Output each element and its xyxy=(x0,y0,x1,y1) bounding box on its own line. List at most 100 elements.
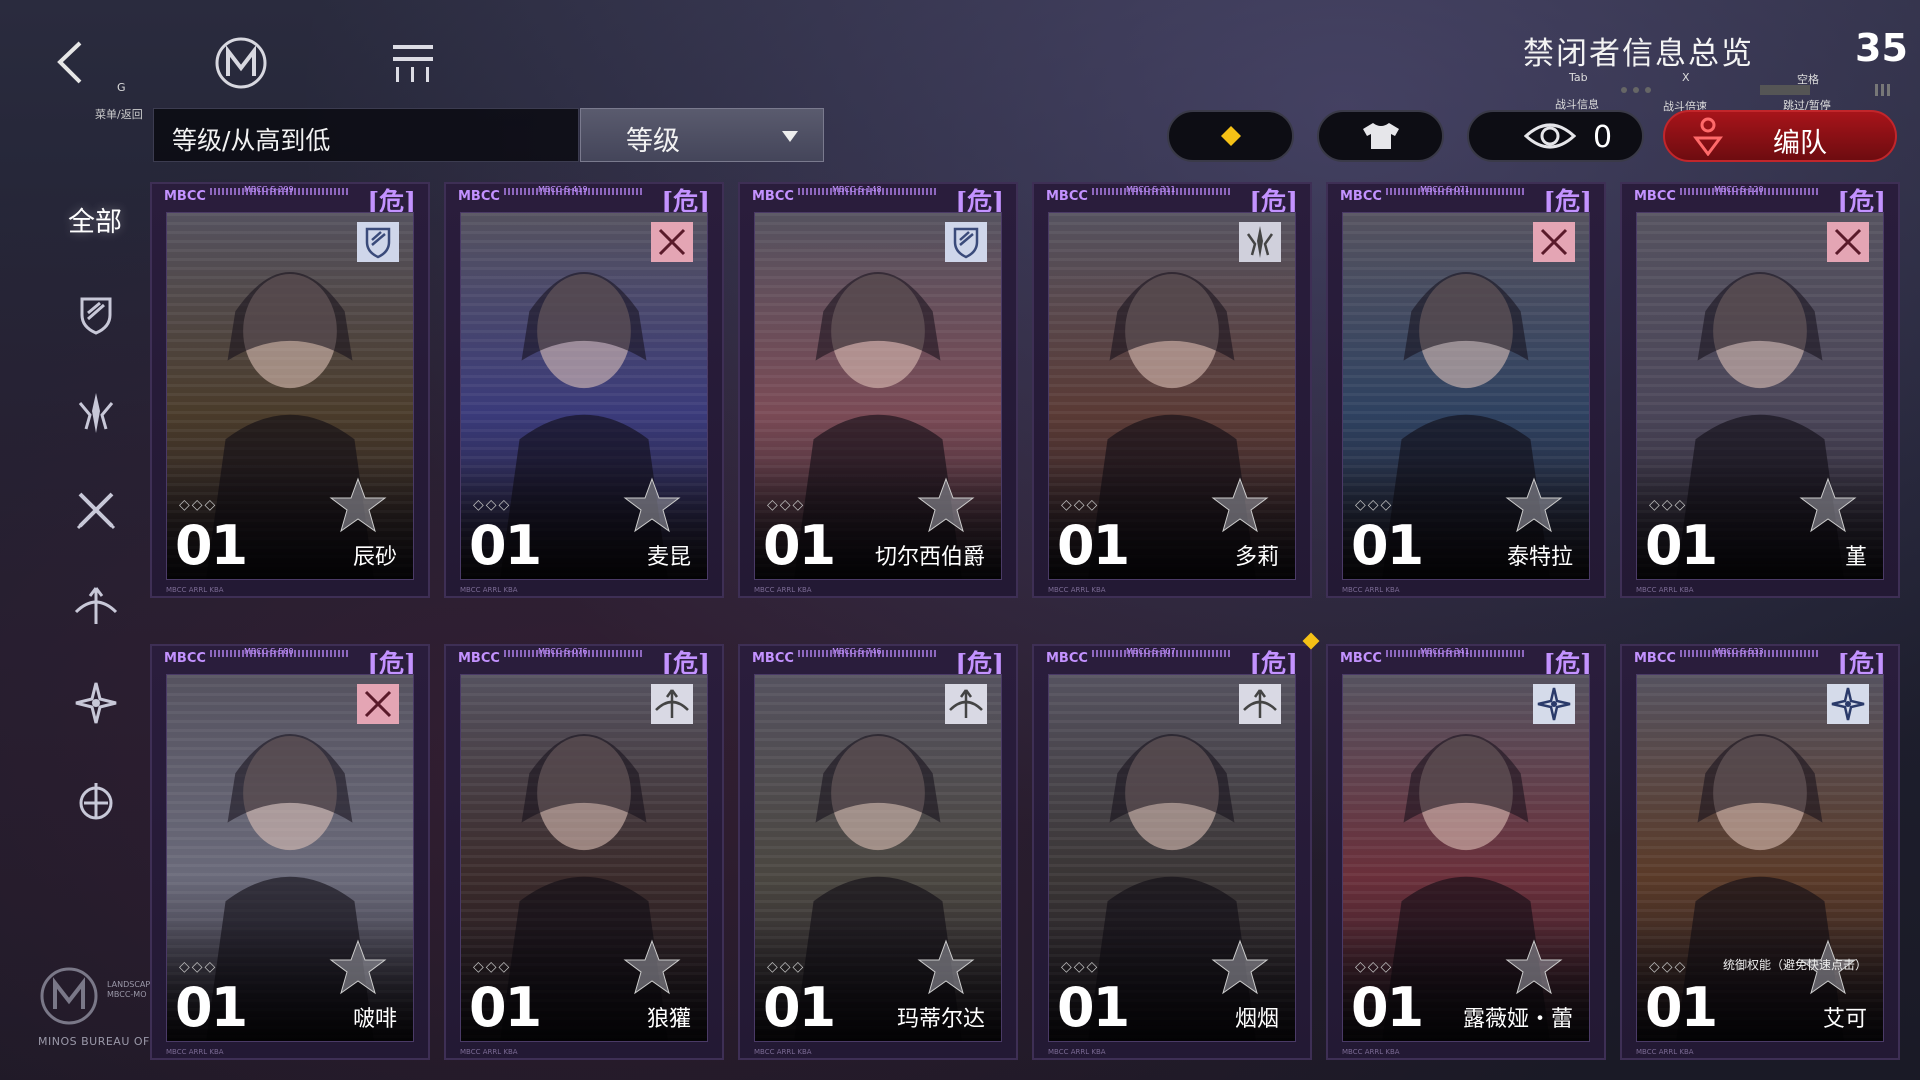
card-footer: MBCC ARRL KBA xyxy=(1048,586,1106,594)
rank-star-icon xyxy=(917,939,975,995)
view-toggle-button[interactable]: 0 xyxy=(1467,110,1644,162)
skip-key: 空格 xyxy=(1797,73,1819,86)
character-level: 01 xyxy=(1057,976,1130,1039)
view-toggle-value: 0 xyxy=(1593,120,1613,155)
diamond-icon xyxy=(1220,126,1241,146)
rank-star-icon xyxy=(917,477,975,533)
prisoner-card[interactable]: MBCC MBCC-S-580 [危] ◇◇◇ 01 啵啡 MBCC ARRL … xyxy=(150,644,430,1060)
character-level: 01 xyxy=(469,514,542,577)
defender-icon xyxy=(80,297,112,335)
filter-sniper[interactable] xyxy=(74,584,118,628)
filter-all[interactable]: 全部 xyxy=(68,200,122,239)
prisoner-card[interactable]: MBCC MBCC-S-341 [危] ◇◇◇ 01 露薇娅・蕾 MBCC AR… xyxy=(1326,644,1606,1060)
character-level: 01 xyxy=(175,976,248,1039)
rank-stars: ◇◇◇ xyxy=(1061,959,1100,975)
card-header: MBCC MBCC-S-311 [危] xyxy=(1034,184,1310,216)
breaker-icon xyxy=(357,684,399,724)
character-level: 01 xyxy=(1351,514,1424,577)
sniper-icon xyxy=(74,587,118,624)
rank-star-icon xyxy=(329,939,387,995)
prisoner-card[interactable]: MBCC MBCC-S-746 [危] ◇◇◇ 01 玛蒂尔达 MBCC ARR… xyxy=(738,644,1018,1060)
character-name: 辰砂 xyxy=(352,545,397,570)
prisoner-card[interactable]: MBCC MBCC-S-071 [危] ◇◇◇ 01 泰特拉 MBCC ARRL… xyxy=(1326,182,1606,598)
card-footer: MBCC ARRL KBA xyxy=(166,586,224,594)
striker-icon xyxy=(1239,222,1281,262)
sort-by-select[interactable]: 等级 xyxy=(580,108,824,162)
sniper-icon xyxy=(1239,684,1281,724)
card-header: MBCC MBCC-S-341 [危] xyxy=(1328,646,1604,678)
eye-icon xyxy=(1524,123,1576,149)
corner-small-text: LANDSCAP MBCC-MO xyxy=(107,980,151,999)
prisoner-card[interactable]: MBCC MBCC-S-533 [危] ◇◇◇ 01 艾可 MBCC ARRL … xyxy=(1620,644,1900,1060)
skill-tooltip: 统御权能（避免快速点击） xyxy=(1723,958,1868,972)
page-title: 禁闭者信息总览 xyxy=(1523,36,1754,72)
rank-stars: ◇◇◇ xyxy=(473,959,512,975)
favorite-filter-button[interactable] xyxy=(1167,110,1294,162)
card-footer: MBCC ARRL KBA xyxy=(754,1048,812,1056)
filter-mage[interactable] xyxy=(74,681,118,725)
card-footer: MBCC ARRL KBA xyxy=(754,586,812,594)
card-header: MBCC MBCC-S-419 [危] xyxy=(446,184,722,216)
card-code: MBCC-S-341 xyxy=(1420,647,1470,656)
card-brand: MBCC xyxy=(1046,189,1088,204)
card-footer: MBCC ARRL KBA xyxy=(460,1048,518,1056)
character-portrait: ◇◇◇ 01 艾可 xyxy=(1636,674,1884,1042)
list-view-button[interactable] xyxy=(390,40,436,86)
team-formation-button[interactable]: 编队 xyxy=(1663,110,1897,162)
prisoner-card[interactable]: MBCC MBCC-S-311 [危] ◇◇◇ 01 多莉 MBCC ARRL … xyxy=(1032,182,1312,598)
list-icon xyxy=(393,45,433,82)
prisoner-card[interactable]: MBCC MBCC-S-148 [危] ◇◇◇ 01 切尔西伯爵 MBCC AR… xyxy=(738,182,1018,598)
rank-stars: ◇◇◇ xyxy=(179,497,218,513)
sniper-icon xyxy=(651,684,693,724)
prisoner-card[interactable]: MBCC MBCC-S-419 [危] ◇◇◇ 01 麦昆 MBCC ARRL … xyxy=(444,182,724,598)
card-footer: MBCC ARRL KBA xyxy=(1342,1048,1400,1056)
defender-icon xyxy=(945,222,987,262)
prisoner-card[interactable]: MBCC MBCC-S-076 [危] ◇◇◇ 01 狼獾 MBCC ARRL … xyxy=(444,644,724,1060)
mbcc-logo-icon[interactable] xyxy=(214,36,268,90)
decor-strip xyxy=(1621,84,1890,96)
card-brand: MBCC xyxy=(458,189,500,204)
card-header: MBCC MBCC-S-076 [危] xyxy=(446,646,722,678)
card-brand: MBCC xyxy=(1340,651,1382,666)
sort-order-field[interactable]: 等级/从高到低 xyxy=(153,108,579,162)
outfit-button[interactable] xyxy=(1317,110,1444,162)
filter-support[interactable] xyxy=(74,779,118,823)
card-brand: MBCC xyxy=(1046,651,1088,666)
defender-icon xyxy=(357,222,399,262)
prisoner-card[interactable]: MBCC MBCC-S-120 [危] ◇◇◇ 01 堇 MBCC ARRL K… xyxy=(1620,182,1900,598)
card-code: MBCC-S-076 xyxy=(538,647,588,656)
rank-stars: ◇◇◇ xyxy=(767,959,806,975)
character-name: 露薇娅・蕾 xyxy=(1462,1007,1573,1032)
card-header: MBCC MBCC-S-120 [危] xyxy=(1622,184,1898,216)
character-name: 烟烟 xyxy=(1234,1007,1279,1032)
filter-striker[interactable] xyxy=(74,391,118,435)
character-name: 艾可 xyxy=(1822,1007,1867,1032)
card-code: MBCC-S-307 xyxy=(1126,647,1176,656)
card-header: MBCC MBCC-S-307 [危] xyxy=(1034,646,1310,678)
back-button[interactable] xyxy=(50,35,90,90)
rank-stars: ◇◇◇ xyxy=(1061,497,1100,513)
mage-icon xyxy=(75,682,117,724)
character-level: 01 xyxy=(1057,514,1130,577)
prisoner-count: 35 xyxy=(1855,26,1908,70)
prisoner-card[interactable]: MBCC MBCC-S-299 [危] ◇◇◇ 01 辰砂 MBCC ARRL … xyxy=(150,182,430,598)
breaker-icon xyxy=(651,222,693,262)
filter-defender[interactable] xyxy=(74,293,118,337)
breaker-icon xyxy=(76,492,116,530)
card-footer: MBCC ARRL KBA xyxy=(460,586,518,594)
prisoner-card[interactable]: MBCC MBCC-S-307 [危] ◇◇◇ 01 烟烟 MBCC ARRL … xyxy=(1032,644,1312,1060)
rank-star-icon xyxy=(623,939,681,995)
character-name: 麦昆 xyxy=(646,545,691,570)
card-brand: MBCC xyxy=(1340,189,1382,204)
card-header: MBCC MBCC-S-580 [危] xyxy=(152,646,428,678)
card-footer: MBCC ARRL KBA xyxy=(166,1048,224,1056)
filter-breaker[interactable] xyxy=(74,488,118,532)
mage-icon xyxy=(1533,684,1575,724)
character-portrait: ◇◇◇ 01 啵啡 xyxy=(166,674,414,1042)
team-icon xyxy=(1693,117,1723,156)
speed-key: X xyxy=(1682,71,1690,84)
bureau-name: MINOS BUREAU OF C xyxy=(38,1035,163,1048)
back-key-hint: G xyxy=(117,81,126,94)
character-portrait: ◇◇◇ 01 麦昆 xyxy=(460,212,708,580)
character-portrait: ◇◇◇ 01 切尔西伯爵 xyxy=(754,212,1002,580)
